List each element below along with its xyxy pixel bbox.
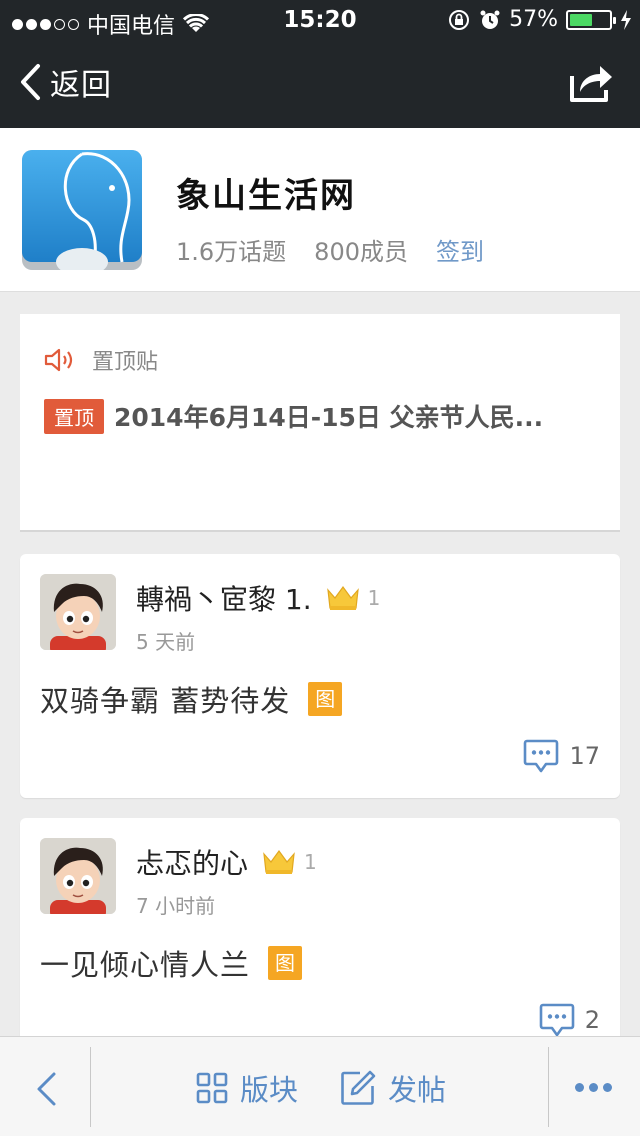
comment-count[interactable]: 2 [539,1002,600,1038]
author-level: 1 [304,850,317,874]
crown-icon [263,849,295,874]
forum-name: 象山生活网 [176,176,356,216]
rotation-lock-icon [449,9,470,30]
edit-icon [341,1070,376,1105]
comment-bubble-icon [539,1003,575,1037]
post-card[interactable]: 轉禍丶宧黎 1. 1 5 天前 双骑争霸 蓄势待发 图 17 [20,554,620,798]
post-card[interactable]: 忐忑的心 1 7 小时前 一见倾心情人兰 图 2 [20,818,620,1062]
share-icon [570,66,612,102]
checkin-button[interactable]: 签到 [436,232,484,267]
avatar-boy-icon [40,574,116,650]
toolbar-divider [548,1047,549,1127]
author-name[interactable]: 忐忑的心 [136,842,248,882]
comment-count[interactable]: 17 [523,738,600,774]
status-bar: 中国电信 15:20 57% [0,0,640,40]
back-label: 返回 [50,68,112,103]
alarm-icon [480,10,500,29]
avatar[interactable] [40,574,116,650]
forum-stats: 1.6万话题 800成员 签到 [176,232,484,267]
back-button[interactable]: 返回 [18,62,112,103]
battery-percent: 57% [509,7,558,32]
share-button[interactable] [568,62,614,104]
forum-logo [22,150,142,270]
battery-icon [566,9,616,30]
pinned-post-title: 2014年6月14日-15日 父亲节人民... [114,403,544,432]
author-name[interactable]: 轉禍丶宧黎 1. [136,578,312,618]
pinned-post[interactable]: 置顶 2014年6月14日-15日 父亲节人民... [44,398,604,434]
forum-header: 象山生活网 1.6万话题 800成员 签到 [0,128,640,292]
topic-count: 1.6万话题 [176,238,287,266]
pinned-tag: 置顶 [44,398,104,434]
chevron-left-icon [21,64,40,100]
avatar[interactable] [40,838,116,914]
post-title: 一见倾心情人兰 [40,948,251,982]
author-level: 1 [367,586,381,610]
comment-bubble-icon [524,739,559,773]
pinned-section-title: 置顶贴 [92,350,159,375]
post-title: 双骑争霸 蓄势待发 [40,684,291,718]
post-time: 5 天前 [136,630,196,654]
top-bar: 中国电信 15:20 57% 返回 [0,0,640,128]
boards-button[interactable]: 版块 [196,1067,298,1109]
new-post-button[interactable]: 发帖 [340,1067,446,1109]
more-options-icon[interactable] [575,1083,612,1092]
image-tag: 图 [268,946,303,980]
comment-count-value: 17 [569,742,600,770]
crown-icon [326,585,359,610]
charging-icon [621,9,631,30]
image-tag: 图 [308,682,343,716]
new-post-label: 发帖 [388,1073,447,1107]
avatar-boy-icon [40,838,116,914]
bottom-toolbar: 版块 发帖 [0,1036,640,1136]
chevron-left-icon[interactable] [30,1071,66,1107]
pinned-section: 置顶贴 置顶 2014年6月14日-15日 父亲节人民... [20,314,620,532]
nav-bar: 返回 [0,40,640,128]
boards-label: 版块 [240,1073,299,1107]
speaker-icon [44,348,73,372]
grid-icon [196,1072,228,1104]
member-count: 800成员 [314,238,408,266]
post-time: 7 小时前 [136,894,216,918]
comment-count-value: 2 [584,1006,600,1034]
toolbar-divider [90,1047,91,1127]
